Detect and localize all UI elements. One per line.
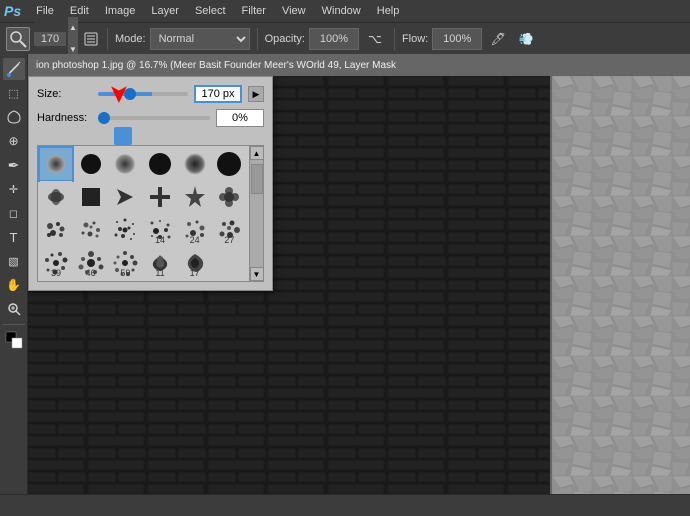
sep1 <box>107 28 108 50</box>
menu-image[interactable]: Image <box>98 3 143 19</box>
brush-num11-label: 11 <box>155 268 164 278</box>
brush-size-input[interactable]: 170 <box>34 32 66 46</box>
brush-num14[interactable]: 14 <box>144 214 176 246</box>
brush-num59-label: 59 <box>120 268 130 278</box>
tool-pen[interactable]: ◻ <box>3 202 25 224</box>
tool-brush[interactable] <box>3 58 25 80</box>
brush-size-up[interactable]: ▲ <box>68 17 78 39</box>
menu-window[interactable]: Window <box>315 3 368 19</box>
tool-eyedropper[interactable]: ✒ <box>3 154 25 176</box>
brush-cross[interactable] <box>144 181 176 213</box>
canvas-title-bar: ion photoshop 1.jpg @ 16.7% (Meer Basit … <box>28 54 690 76</box>
hardness-row: Hardness: 0% <box>37 109 264 127</box>
brush-num24-label: 24 <box>190 235 200 245</box>
brush-arrow[interactable] <box>109 181 141 213</box>
brush-scrollbar[interactable]: ▲ ▼ <box>249 146 263 281</box>
brush-soft-large[interactable] <box>179 148 211 180</box>
size-slider-container <box>98 92 188 96</box>
canvas-title: ion photoshop 1.jpg @ 16.7% (Meer Basit … <box>36 60 396 71</box>
brush-num39[interactable]: 39 <box>40 247 72 279</box>
menu-bar: Ps File Edit Image Layer Select Filter V… <box>0 0 690 22</box>
main-canvas: ion photoshop 1.jpg @ 16.7% (Meer Basit … <box>28 54 690 494</box>
brush-flower[interactable] <box>213 181 245 213</box>
tool-crop[interactable]: ⊕ <box>3 130 25 152</box>
brush-hard-xlarge[interactable] <box>213 148 245 180</box>
size-value-input[interactable]: 170 px <box>194 85 242 103</box>
brush-scroll-container: 14 24 <box>37 145 264 282</box>
scroll-up-button[interactable]: ▲ <box>250 146 264 160</box>
canvas-area: ⬚ ⊕ ✒ ✛ ◻ T ▧ ✋ ion ph <box>0 54 690 494</box>
fg-bg-colors[interactable] <box>3 329 25 351</box>
airbrush-icon[interactable]: 💨 <box>514 27 538 51</box>
brush-num39-label: 39 <box>51 268 61 278</box>
brush-tool-icon[interactable] <box>6 27 30 51</box>
opacity-input[interactable]: 100% <box>309 28 359 50</box>
menu-layer[interactable]: Layer <box>144 3 186 19</box>
mode-select[interactable]: Normal Multiply Screen Overlay Dissolve <box>150 28 250 50</box>
expand-button[interactable]: ▶ <box>248 86 264 102</box>
brush-grid: 14 24 <box>38 146 249 281</box>
tool-sep <box>3 324 25 325</box>
status-bar <box>0 494 690 516</box>
sep3 <box>394 28 395 50</box>
slider-thumb-indicator <box>114 127 132 145</box>
opacity-label: Opacity: <box>265 33 305 45</box>
hardness-value-input[interactable]: 0% <box>216 109 264 127</box>
scroll-down-button[interactable]: ▼ <box>250 267 264 281</box>
flow-label: Flow: <box>402 33 428 45</box>
brush-num46[interactable]: 46 <box>75 247 107 279</box>
brush-square[interactable] <box>75 181 107 213</box>
brush-num17[interactable]: 17 <box>179 247 211 279</box>
brush-popup: ➤ Size: 170 px ▶ Hardness: 0% <box>28 76 273 291</box>
canvas-content[interactable]: ➤ Size: 170 px ▶ Hardness: 0% <box>28 76 690 494</box>
brush-spatter-sm[interactable] <box>40 181 72 213</box>
menu-help[interactable]: Help <box>370 3 407 19</box>
size-slider[interactable] <box>98 92 188 96</box>
sep2 <box>257 28 258 50</box>
brush-num24[interactable]: 24 <box>179 214 211 246</box>
mode-label: Mode: <box>115 33 146 45</box>
brush-rough2[interactable] <box>75 214 107 246</box>
brush-hard-large[interactable] <box>144 148 176 180</box>
hardness-slider[interactable] <box>98 116 210 120</box>
hardness-slider-container <box>98 116 210 120</box>
brush-num17-label: 17 <box>190 268 200 278</box>
brush-soft-medium[interactable] <box>109 148 141 180</box>
app-logo: Ps <box>4 3 21 19</box>
brush-spray[interactable] <box>109 214 141 246</box>
flow-input[interactable]: 100% <box>432 28 482 50</box>
size-row: Size: 170 px ▶ <box>37 85 264 103</box>
brush-num27[interactable]: 27 <box>213 214 245 246</box>
size-label: Size: <box>37 88 92 100</box>
flow-pressure-icon[interactable]: 🖊 <box>486 27 510 51</box>
options-toolbar: 170 ▲ ▼ Mode: Normal Multiply Screen Ove… <box>0 22 690 54</box>
tool-text[interactable]: T <box>3 226 25 248</box>
hardness-label: Hardness: <box>37 112 92 124</box>
stone-area <box>550 76 690 494</box>
scroll-thumb[interactable] <box>251 164 263 194</box>
brush-num27-label: 27 <box>224 235 234 245</box>
brush-num14-label: 14 <box>155 235 165 245</box>
tool-heal[interactable]: ✛ <box>3 178 25 200</box>
brush-num46-label: 46 <box>86 268 96 278</box>
tool-lasso[interactable] <box>3 106 25 128</box>
brush-rough1[interactable] <box>40 214 72 246</box>
brush-soft-small[interactable] <box>40 148 72 180</box>
opacity-pressure-icon[interactable]: ⌥ <box>363 27 387 51</box>
tool-shape[interactable]: ▧ <box>3 250 25 272</box>
menu-view[interactable]: View <box>275 3 313 19</box>
tool-zoom[interactable] <box>3 298 25 320</box>
brush-settings-toggle[interactable] <box>82 28 100 50</box>
tool-eraser[interactable]: ⬚ <box>3 82 25 104</box>
tool-hand[interactable]: ✋ <box>3 274 25 296</box>
brush-num59[interactable]: 59 <box>109 247 141 279</box>
brush-hard-medium[interactable] <box>75 148 107 180</box>
brush-star[interactable] <box>179 181 211 213</box>
brush-num11[interactable]: 11 <box>144 247 176 279</box>
menu-filter[interactable]: Filter <box>235 3 273 19</box>
left-panel: ⬚ ⊕ ✒ ✛ ◻ T ▧ ✋ <box>0 54 28 494</box>
menu-select[interactable]: Select <box>188 3 233 19</box>
